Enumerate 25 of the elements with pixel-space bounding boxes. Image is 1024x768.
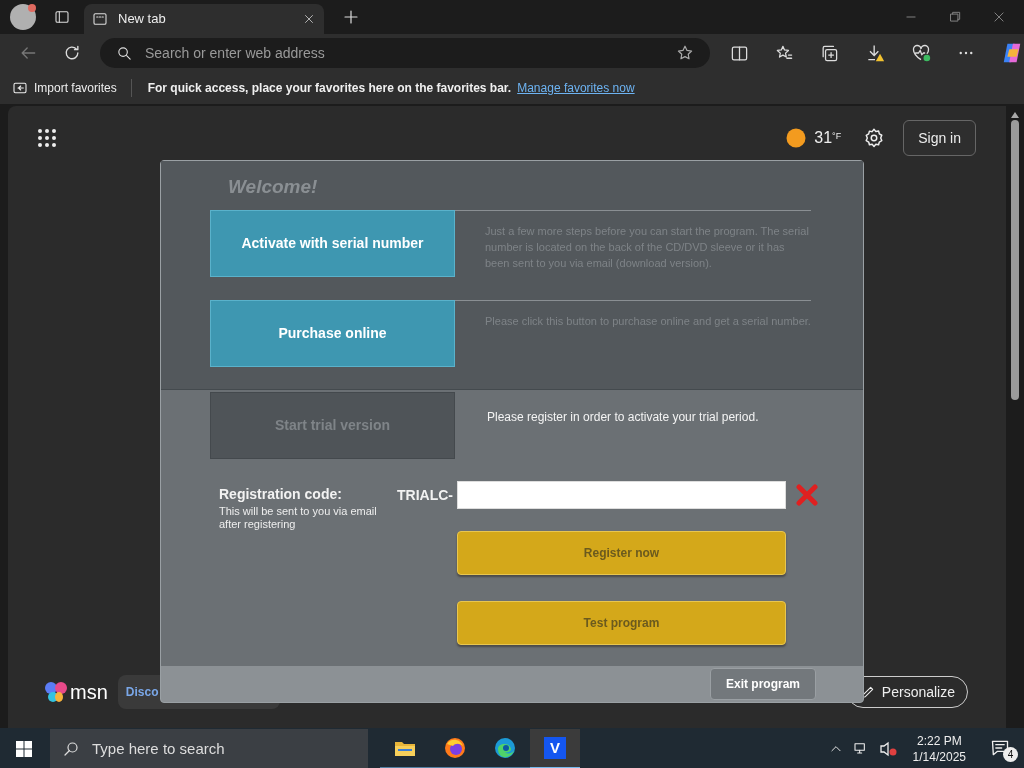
msn-logo: msn — [44, 677, 108, 707]
import-favorites-button[interactable]: Import favorites — [12, 79, 132, 97]
option-description: Please register in order to activate your trial period. — [487, 409, 760, 426]
clock-time: 2:22 PM — [916, 733, 962, 749]
manage-favorites-link[interactable]: Manage favorites now — [517, 79, 635, 97]
notification-count: 4 — [1003, 747, 1018, 762]
address-placeholder: Search or enter web address — [145, 43, 326, 63]
exit-program-button[interactable]: Exit program — [710, 668, 816, 700]
clock-date: 1/14/2025 — [912, 749, 966, 765]
favorites-message: For quick access, place your favorites here on the favorites bar. — [147, 80, 512, 97]
temperature: 31$^{°F}$ — [814, 128, 842, 148]
option-button[interactable]: Purchase online — [210, 300, 455, 367]
app-icon: V — [544, 737, 566, 759]
registration-label: Registration code: — [219, 485, 343, 504]
tab-title: New tab — [118, 10, 167, 29]
registration-hint: This will be sent to you via email after registering — [219, 505, 378, 531]
address-bar[interactable]: Search or enter web address — [100, 38, 710, 68]
taskbar-search-field[interactable]: Type here to search — [50, 729, 368, 768]
option-button[interactable]: Activate with serial number — [210, 210, 455, 277]
taskbar-app[interactable]: V — [530, 729, 580, 768]
action-button[interactable]: Register now — [457, 531, 786, 575]
code-prefix: TRIALC- — [397, 485, 454, 505]
browser-tab[interactable]: New tab — [84, 4, 324, 34]
search-placeholder: Type here to search — [92, 738, 225, 759]
sign-in-button[interactable]: Sign in — [903, 120, 976, 156]
